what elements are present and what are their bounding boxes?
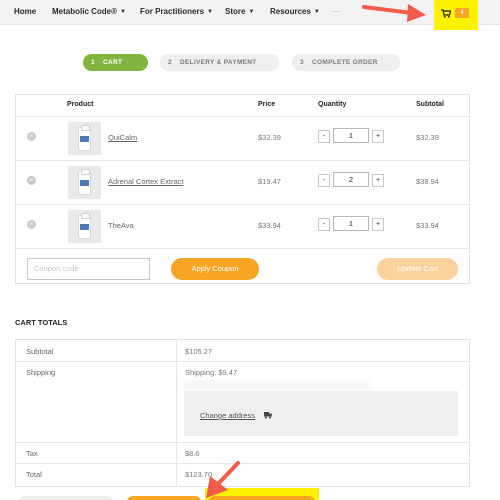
row-divider — [16, 442, 469, 443]
change-address-link[interactable]: Change address — [200, 411, 255, 420]
product-subtotal: $33.94 — [416, 221, 439, 230]
quantity-increase-button[interactable]: + — [372, 218, 384, 231]
quantity-decrease-button[interactable]: - — [318, 174, 330, 187]
nav-more[interactable]: ··· — [332, 7, 340, 16]
chevron-down-icon: ▼ — [248, 9, 255, 15]
total-label: Total — [26, 470, 42, 479]
nav-home[interactable]: Home — [14, 7, 36, 16]
shipping-address-box: Change address — [184, 391, 458, 436]
truck-icon — [264, 412, 272, 419]
tax-value: $8.6 — [185, 449, 200, 458]
cart-table: Product Price Quantity Subtotal × QuiCal… — [15, 94, 470, 284]
annotation-arrow-icon — [362, 4, 426, 22]
table-row: × QuiCalm $32.39 - 1 + $32.39 — [16, 116, 469, 160]
product-price: $32.39 — [258, 133, 281, 142]
product-name-link[interactable]: TheAva — [108, 221, 134, 230]
quantity-decrease-button[interactable]: - — [318, 218, 330, 231]
step-delivery-payment: 2 DELIVERY & PAYMENT — [160, 54, 279, 71]
quantity-increase-button[interactable]: + — [372, 130, 384, 143]
header-price: Price — [258, 101, 276, 108]
cart-actions: Coupon code Apply Coupon Update Cart — [16, 248, 469, 291]
product-name-link[interactable]: QuiCalm — [108, 133, 137, 142]
product-price: $33.94 — [258, 221, 281, 230]
bottle-image — [78, 213, 91, 239]
quantity-decrease-button[interactable]: - — [318, 130, 330, 143]
product-thumbnail[interactable] — [68, 122, 101, 155]
chevron-down-icon: ▼ — [207, 9, 213, 15]
cart-totals-heading: CART TOTALS — [15, 318, 68, 327]
header-product: Product — [67, 101, 94, 108]
nav-for-practitioners[interactable]: For Practitioners ▼ — [140, 7, 213, 16]
tax-label: Tax — [26, 449, 38, 458]
subtotal-value: $105.27 — [185, 347, 213, 356]
quantity-input[interactable]: 1 — [333, 128, 369, 143]
shipping-value: Shipping: $9.47 — [185, 368, 238, 377]
table-row: × TheAva $33.94 - 1 + $33.94 — [16, 204, 469, 248]
table-row: × Adrenal Cortex Extract $19.47 - 2 + $3… — [16, 160, 469, 204]
product-thumbnail[interactable] — [68, 166, 101, 199]
quantity-input[interactable]: 2 — [333, 172, 369, 187]
continue-shopping-button[interactable] — [18, 496, 113, 500]
coupon-code-input[interactable]: Coupon code — [27, 258, 150, 280]
header-cart-button[interactable]: 4 — [434, 0, 478, 30]
cart-count-badge: 4 — [455, 8, 469, 18]
nav-metabolic-code[interactable]: Metabolic Code® ▼ — [52, 7, 126, 16]
quantity-increase-button[interactable]: + — [372, 174, 384, 187]
bottle-image — [78, 125, 91, 151]
quantity-input[interactable]: 1 — [333, 216, 369, 231]
nav-resources[interactable]: Resources ▼ — [270, 7, 320, 16]
remove-item-icon[interactable]: × — [27, 132, 36, 141]
chevron-down-icon: ▼ — [313, 9, 320, 15]
product-subtotal: $38.94 — [416, 177, 439, 186]
apply-coupon-button[interactable]: Apply Coupon — [171, 258, 259, 280]
step-cart: 1 CART — [83, 54, 148, 71]
shopping-cart-icon — [441, 9, 451, 18]
remove-item-icon[interactable]: × — [27, 176, 36, 185]
product-thumbnail[interactable] — [68, 210, 101, 243]
shipping-label: Shipping — [26, 368, 56, 377]
remove-item-icon[interactable]: × — [27, 220, 36, 229]
product-subtotal: $32.39 — [416, 133, 439, 142]
secondary-action-button[interactable] — [127, 496, 201, 500]
product-price: $19.47 — [258, 177, 281, 186]
bottle-image — [78, 169, 91, 195]
header-subtotal: Subtotal — [416, 101, 444, 108]
annotation-arrow-icon — [206, 461, 240, 498]
nav-store[interactable]: Store ▼ — [225, 7, 254, 16]
header-quantity: Quantity — [318, 101, 347, 108]
chevron-down-icon: ▼ — [120, 9, 126, 15]
product-name-link[interactable]: Adrenal Cortex Extract — [108, 177, 183, 186]
step-complete-order: 3 COMPLETE ORDER — [292, 54, 400, 71]
update-cart-button[interactable]: Update Cart — [377, 258, 458, 280]
subtotal-label: Subtotal — [26, 347, 54, 356]
redacted-text — [184, 380, 369, 389]
row-divider — [16, 361, 469, 362]
